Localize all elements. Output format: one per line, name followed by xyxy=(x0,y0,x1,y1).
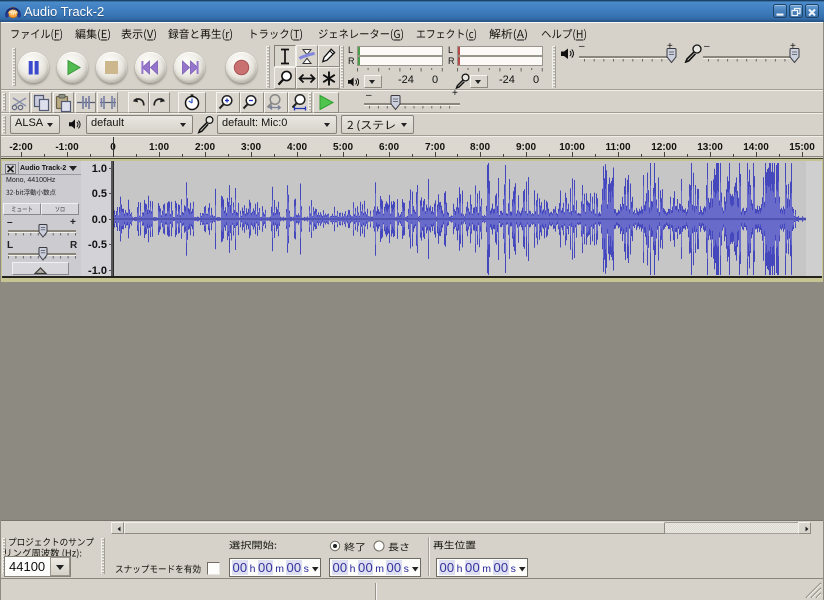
svg-text:0.5: 0.5 xyxy=(92,188,107,200)
svg-text:12:00: 12:00 xyxy=(651,142,677,153)
svg-text:14:00: 14:00 xyxy=(743,142,769,153)
svg-text:1.0: 1.0 xyxy=(92,163,107,175)
svg-text:7:00: 7:00 xyxy=(425,142,445,153)
svg-text:4:00: 4:00 xyxy=(287,142,307,153)
svg-text:15:00: 15:00 xyxy=(789,142,815,153)
svg-text:8:00: 8:00 xyxy=(470,142,490,153)
svg-text:6:00: 6:00 xyxy=(379,142,399,153)
svg-text:9:00: 9:00 xyxy=(516,142,536,153)
svg-text:13:00: 13:00 xyxy=(697,142,723,153)
svg-text:3:00: 3:00 xyxy=(241,142,261,153)
svg-text:-1:00: -1:00 xyxy=(55,142,79,153)
svg-text:-0.5: -0.5 xyxy=(88,239,107,251)
svg-text:5:00: 5:00 xyxy=(333,142,353,153)
svg-text:0.0: 0.0 xyxy=(92,214,107,226)
svg-text:2:00: 2:00 xyxy=(195,142,215,153)
svg-text:-2:00: -2:00 xyxy=(9,142,33,153)
svg-text:10:00: 10:00 xyxy=(559,142,585,153)
svg-text:-1.0: -1.0 xyxy=(88,265,107,276)
svg-text:1:00: 1:00 xyxy=(149,142,169,153)
svg-text:11:00: 11:00 xyxy=(605,142,630,153)
